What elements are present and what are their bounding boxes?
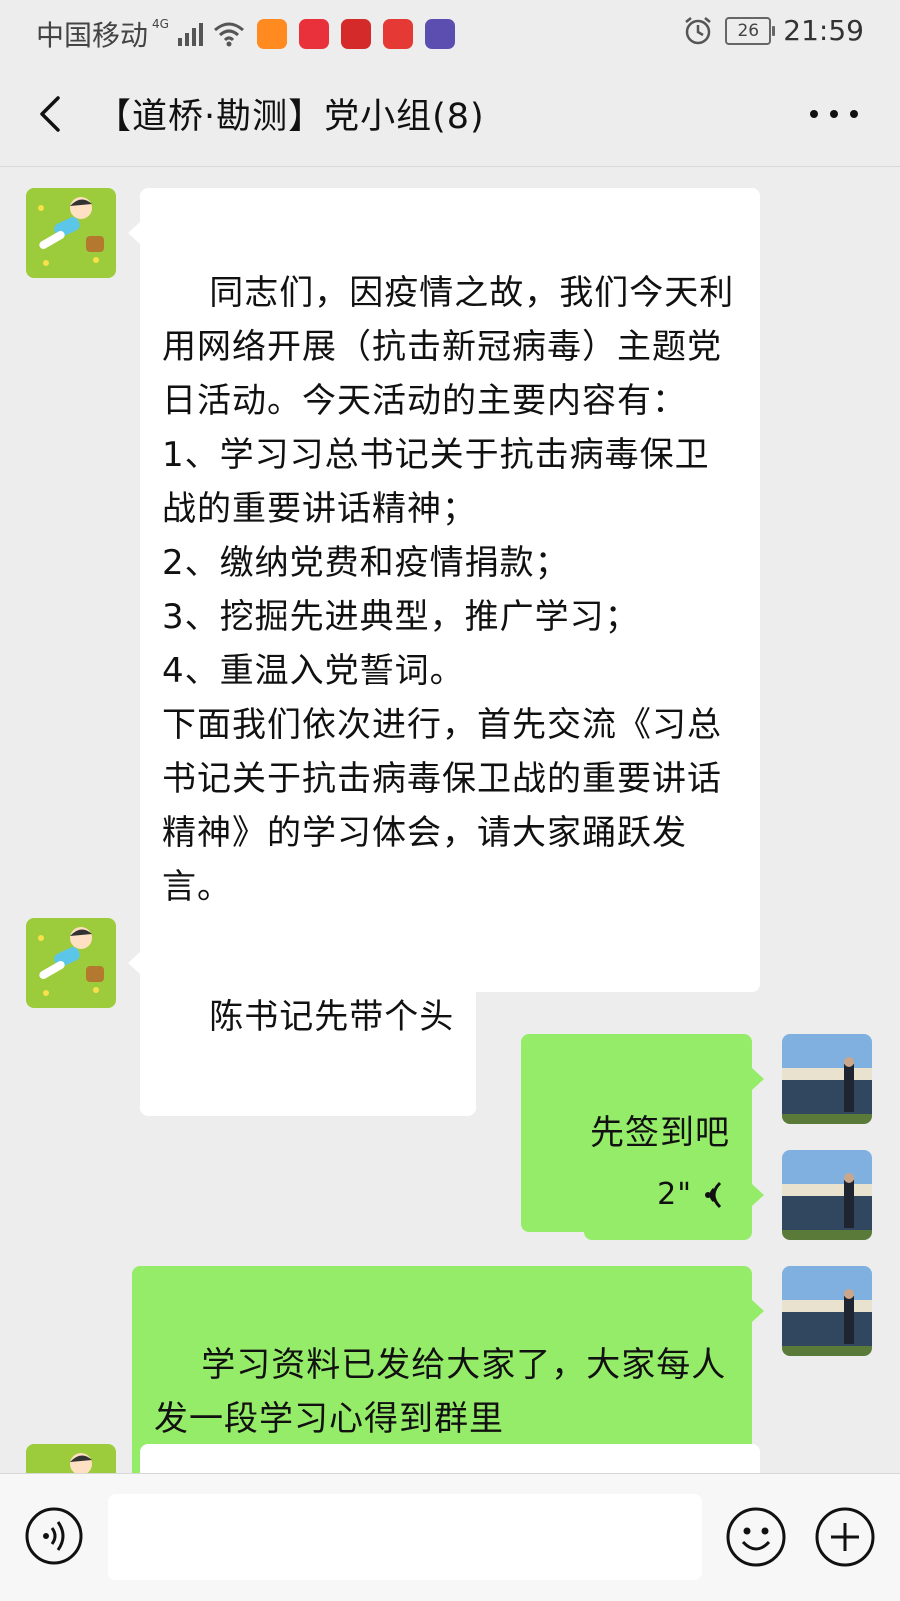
huawei-store-icon: [298, 19, 329, 49]
avatar-self[interactable]: [782, 1034, 872, 1124]
message-list[interactable]: 同志们，因疫情之故，我们今天利用网络开展（抗击新冠病毒）主题党日活动。今天活动的…: [0, 166, 900, 1473]
video-app-icon: [256, 19, 287, 49]
message-text: 陈书记先带个头: [209, 997, 455, 1037]
wifi-icon: [213, 22, 244, 47]
more-options-button[interactable]: [806, 96, 862, 132]
photo-avatar-icon: [782, 1034, 872, 1124]
photo-avatar-icon: [782, 1150, 872, 1240]
message-bubble[interactable]: 同志们，因疫情之故，我们今天利用网络开展（抗击新冠病毒）主题党日活动。今天活动的…: [128, 188, 760, 992]
status-bar: 中国移动 4G 26 21:59: [0, 0, 900, 62]
avatar-other[interactable]: [26, 1444, 116, 1473]
back-button[interactable]: [30, 92, 74, 136]
network-type: 4G: [152, 17, 169, 31]
photo-avatar-icon: [782, 1266, 872, 1356]
chat-title: 【道桥·勘测】党小组(8): [96, 97, 485, 137]
voice-duration: 2": [657, 1177, 692, 1212]
message-input[interactable]: [108, 1494, 702, 1580]
carrier-label: 中国移动: [36, 19, 149, 52]
avatar-self[interactable]: [782, 1266, 872, 1356]
avatar-other[interactable]: [26, 188, 116, 278]
input-bar: [0, 1473, 900, 1601]
battery-icon: 26: [725, 16, 776, 45]
plus-button[interactable]: [814, 1506, 876, 1568]
avatar-self[interactable]: [782, 1150, 872, 1240]
cartoon-boy-avatar-icon: [26, 1444, 116, 1473]
purple-app-icon: [424, 19, 455, 49]
avatar-other[interactable]: [26, 918, 116, 1008]
cartoon-boy-avatar-icon: [26, 188, 116, 278]
voice-message-bubble[interactable]: 2": [584, 1150, 764, 1240]
cartoon-boy-avatar-icon: [26, 918, 116, 1008]
reader-app-icon: [382, 19, 413, 49]
message-text: 学习资料已发给大家了，大家每人发一段学习心得到群里: [154, 1345, 727, 1439]
message-text: 先签到吧: [590, 1113, 730, 1153]
message-text: 同志们，因疫情之故，我们今天利用网络开展（抗击新冠病毒）主题党日活动。今天活动的…: [162, 273, 735, 907]
signal-icon: [177, 23, 203, 46]
message-bubble[interactable]: 陈书记先带个头: [127, 918, 477, 1116]
voice-wave-icon: [705, 1181, 722, 1209]
chat-header: 【道桥·勘测】党小组(8): [0, 62, 900, 167]
alarm-icon: [685, 16, 712, 44]
red-app-icon: [340, 19, 371, 49]
emoji-button[interactable]: [725, 1506, 787, 1568]
message-bubble[interactable]: [140, 1444, 760, 1473]
message-bubble-self[interactable]: 学习资料已发给大家了，大家每人发一段学习心得到群里: [132, 1266, 764, 1473]
voice-mode-button[interactable]: [24, 1506, 84, 1566]
clock: 21:59: [783, 14, 864, 47]
